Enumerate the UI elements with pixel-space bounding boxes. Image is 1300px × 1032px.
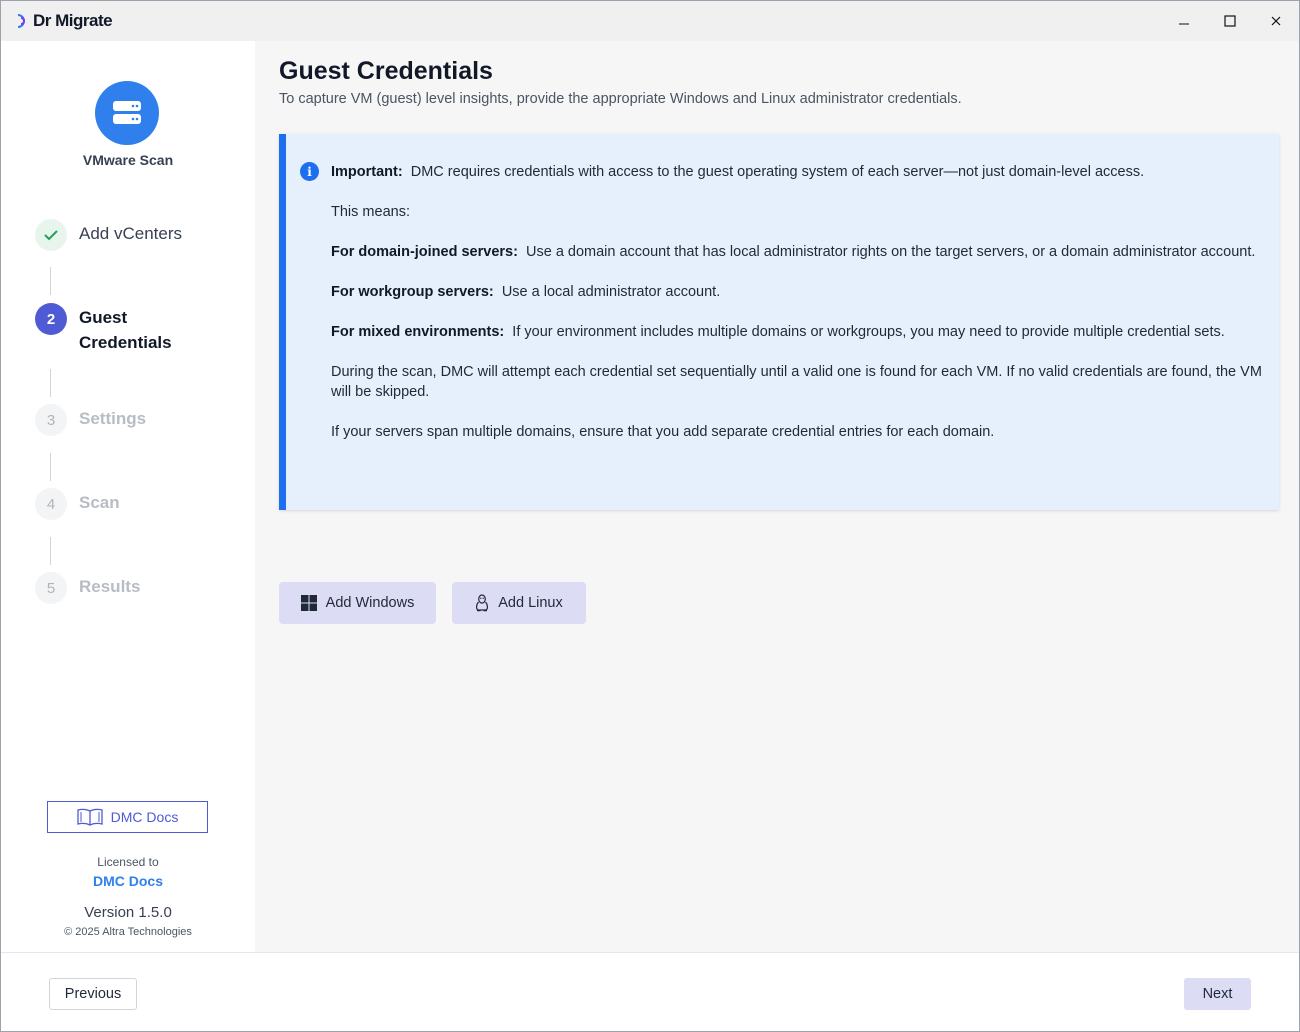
maximize-button[interactable] [1207, 1, 1253, 41]
domain-label: For domain-joined servers: [331, 244, 518, 260]
domain-paragraph: For domain-joined servers: Use a domain … [331, 242, 1271, 262]
minimize-button[interactable] [1161, 1, 1207, 41]
copyright-text: © 2025 Altra Technologies [64, 926, 192, 938]
step-label: Settings [79, 409, 147, 428]
step-add-vcenters[interactable]: Add vCenters [35, 219, 182, 251]
app-name: Dr Migrate [33, 11, 113, 30]
app-window: Dr Migrate VMware Scan Add vCenters 2 Gu… [0, 0, 1300, 1032]
scan-title: VMware Scan [82, 152, 174, 168]
step-label: Results [79, 577, 141, 596]
important-text: DMC requires credentials with access to … [410, 164, 1145, 180]
previous-button[interactable]: Previous [49, 978, 137, 1010]
vmware-scan-badge [95, 81, 159, 145]
add-windows-label: Add Windows [325, 595, 415, 611]
add-linux-button[interactable]: Add Linux [452, 582, 586, 624]
step-results: 5 Results [35, 572, 140, 604]
footer-bar: Previous Next [1, 952, 1299, 1031]
step-connector [50, 369, 51, 397]
step-label: Guest Credentials [79, 308, 172, 352]
license-label: Licensed to [97, 855, 159, 869]
app-logo: Dr Migrate [15, 11, 113, 31]
book-icon [77, 808, 103, 826]
step-number: 2 [35, 303, 67, 335]
step-check-icon [35, 219, 67, 251]
dmc-docs-label: DMC Docs [110, 809, 179, 825]
close-icon [1271, 16, 1281, 26]
step-scan: 4 Scan [35, 488, 120, 520]
minimize-icon [1179, 23, 1189, 25]
step-connector [50, 537, 51, 565]
maximize-icon [1224, 15, 1236, 27]
dmc-docs-button[interactable]: DMC Docs [47, 801, 208, 833]
close-button[interactable] [1253, 1, 1299, 41]
mixed-label: For mixed environments: [331, 324, 505, 340]
mixed-paragraph: For mixed environments: If your environm… [331, 322, 1271, 342]
dr-migrate-logo-icon [17, 14, 25, 28]
scan-paragraph: During the scan, DMC will attempt each c… [331, 364, 1262, 400]
step-connector [50, 453, 51, 481]
title-bar: Dr Migrate [1, 1, 1299, 41]
main-content: Guest Credentials To capture VM (guest) … [255, 41, 1299, 952]
means-paragraph: This means: [331, 204, 410, 220]
license-name[interactable]: DMC Docs [1, 873, 255, 889]
step-settings: 3 Settings [35, 404, 146, 436]
windows-icon [300, 595, 317, 611]
linux-penguin-icon [476, 594, 489, 612]
workgroup-paragraph: For workgroup servers: Use a local admin… [331, 282, 1271, 302]
important-label: Important: [331, 164, 403, 180]
info-text: Important: DMC requires credentials with… [331, 162, 1271, 462]
version-text: Version 1.5.0 [84, 904, 172, 921]
important-info-box: i Important: DMC requires credentials wi… [279, 134, 1279, 510]
step-number: 3 [35, 404, 67, 436]
step-guest-credentials[interactable]: 2 Guest Credentials [35, 303, 189, 355]
info-icon: i [300, 162, 319, 181]
next-button[interactable]: Next [1184, 978, 1251, 1010]
domain-text: Use a domain account that has local admi… [526, 244, 1256, 260]
step-label: Scan [79, 493, 120, 512]
important-paragraph: Important: DMC requires credentials with… [331, 162, 1271, 182]
sidebar: VMware Scan Add vCenters 2 Guest Credent… [1, 41, 255, 952]
workgroup-label: For workgroup servers: [331, 284, 494, 300]
span-paragraph: If your servers span multiple domains, e… [331, 424, 995, 440]
step-label: Add vCenters [79, 224, 182, 243]
step-number: 4 [35, 488, 67, 520]
server-icon [113, 101, 141, 124]
mixed-text: If your environment includes multiple do… [512, 324, 1225, 340]
add-linux-label: Add Linux [498, 595, 563, 611]
page-title: Guest Credentials [279, 57, 493, 85]
step-number: 5 [35, 572, 67, 604]
page-subtitle: To capture VM (guest) level insights, pr… [279, 91, 962, 107]
workgroup-text: Use a local administrator account. [501, 284, 721, 300]
window-controls [1161, 1, 1299, 41]
add-windows-button[interactable]: Add Windows [279, 582, 436, 624]
step-connector [50, 267, 51, 295]
